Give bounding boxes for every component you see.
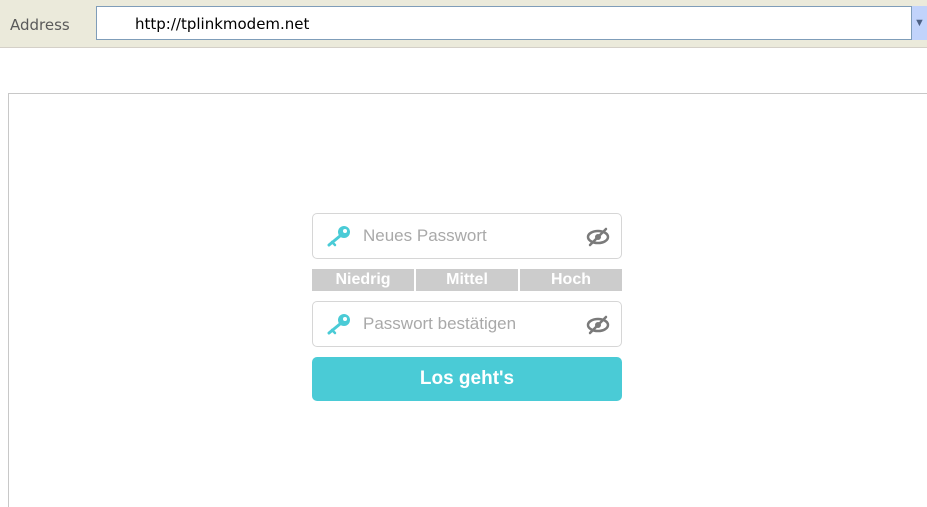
address-url: http://tplinkmodem.net bbox=[135, 15, 310, 33]
confirm-password-field[interactable] bbox=[312, 301, 622, 347]
eye-slash-icon[interactable] bbox=[585, 315, 611, 335]
eye-slash-icon[interactable] bbox=[585, 227, 611, 247]
set-password-form: Niedrig Mittel Hoch Los geht's bbox=[312, 213, 622, 401]
submit-button[interactable]: Los geht's bbox=[312, 357, 622, 401]
key-icon bbox=[327, 226, 350, 247]
strength-high: Hoch bbox=[520, 269, 622, 291]
new-password-field[interactable] bbox=[312, 213, 622, 259]
strength-medium: Mittel bbox=[416, 269, 518, 291]
chevron-down-icon: ▼ bbox=[914, 17, 925, 29]
password-strength-meter: Niedrig Mittel Hoch bbox=[312, 269, 622, 291]
strength-low: Niedrig bbox=[312, 269, 414, 291]
confirm-password-input[interactable] bbox=[363, 311, 573, 337]
address-bar: Address http://tplinkmodem.net ▼ bbox=[0, 0, 927, 48]
new-password-input[interactable] bbox=[363, 223, 573, 249]
address-label: Address bbox=[10, 16, 70, 34]
address-dropdown-button[interactable]: ▼ bbox=[911, 6, 927, 40]
key-icon bbox=[327, 314, 350, 335]
address-input[interactable]: http://tplinkmodem.net bbox=[96, 6, 927, 40]
